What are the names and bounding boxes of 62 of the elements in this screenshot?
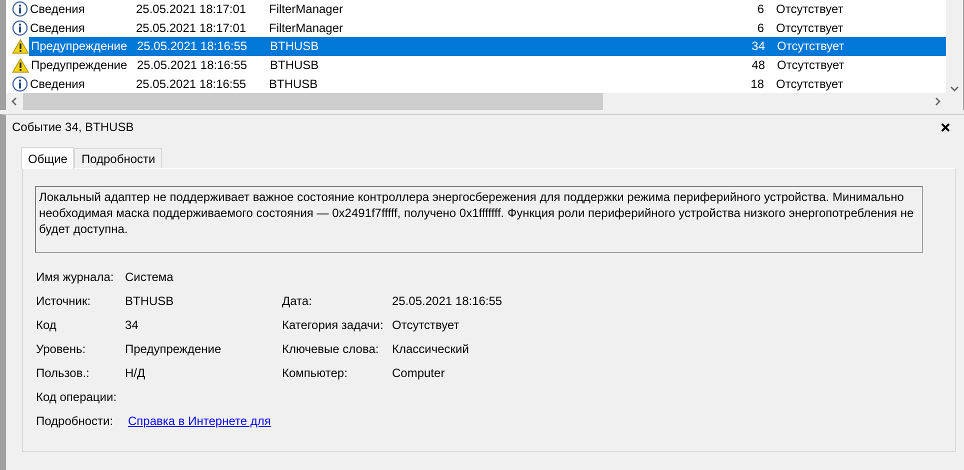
code-cell-text: 6 [756, 20, 764, 37]
scrollbar-thumb[interactable] [23, 92, 603, 110]
category-cell-text: Отсутствует [775, 76, 844, 93]
date-cell-text: 25.05.2021 18:16:55 [137, 57, 248, 74]
field-value: 34 [125, 318, 138, 332]
field-value: BTHUSB [125, 294, 174, 308]
code-cell-text: 34 [750, 38, 765, 56]
field-value: Computer [392, 366, 445, 380]
level-cell-text: Сведения [29, 76, 86, 93]
category-cell-text: Отсутствует [776, 38, 844, 56]
event-row[interactable]: Сведения 25.05.2021 18:16:55 BTHUSB 18 Отсутствует [6, 74, 946, 93]
field-value: Предупреждение [125, 342, 222, 356]
horizontal-scrollbar[interactable] [6, 92, 963, 110]
info-icon [12, 20, 28, 36]
date-cell-text: 25.05.2021 18:17:01 [136, 20, 248, 37]
message-box: Локальный адаптер не поддерживает важное состояние контроллера энергосбережения для поддержки режима периферийного устройства. Минимально необходимая маска поддерживаемого состояния — 0x2491f7fffff, получено 0x1fffffff. Функция роли периферийного устройства низкого энергопотребления не будет доступна. [35, 186, 923, 253]
field-label: Пользов.: [36, 365, 90, 382]
code-cell-text: 18 [750, 76, 764, 93]
close-icon[interactable] [941, 122, 950, 132]
source-cell-text: BTHUSB [270, 38, 320, 56]
field-label: Код операции: [36, 389, 118, 406]
code-cell-text: 48 [750, 57, 765, 74]
vertical-scrollbar[interactable] [946, 0, 963, 93]
field-label: Ключевые слова: [282, 342, 379, 356]
source-cell-text: FilterManager [269, 1, 344, 18]
tab[interactable]: Общие [21, 147, 74, 169]
level-cell-text: Сведения [29, 20, 86, 37]
field-value: 25.05.2021 18:16:55 [392, 294, 502, 308]
field-value: Отсутствует [392, 318, 460, 332]
level-cell-text: Предупреждение [30, 38, 128, 56]
field-label: Категория задачи: [282, 318, 384, 332]
field-value: Классический [392, 342, 469, 356]
level-cell-text: Сведения [29, 1, 86, 18]
help-link[interactable]: Справка в Интернете для [128, 414, 271, 428]
field-label: Подробности: [36, 413, 114, 430]
event-row[interactable]: Сведения 25.05.2021 18:17:01 FilterManager 6 Отсутствует [6, 18, 946, 38]
field-label: Источник: [36, 293, 92, 310]
source-cell-text: BTHUSB [270, 57, 320, 74]
source-cell-text: FilterManager [269, 20, 344, 37]
event-title: Событие 34, BTHUSB [12, 119, 135, 136]
code-cell-text: 6 [756, 1, 764, 18]
warning-icon [12, 38, 29, 54]
field-label: Дата: [282, 294, 312, 308]
category-cell-text: Отсутствует [775, 1, 844, 18]
field-value: Н/Д [125, 366, 146, 380]
field-label: Компьютер: [282, 366, 348, 380]
field-label: Код [36, 317, 58, 334]
field-value: Система [125, 270, 174, 284]
warning-icon [12, 58, 29, 73]
source-cell-text: BTHUSB [269, 76, 319, 93]
field-label: Имя журнала: [36, 269, 115, 286]
field-label: Уровень: [36, 341, 87, 358]
level-cell-text: Предупреждение [30, 57, 128, 74]
event-row[interactable]: Предупреждение 25.05.2021 18:16:55 BTHUSB 48 Отсутствует [6, 56, 946, 74]
category-cell-text: Отсутствует [775, 20, 844, 37]
category-cell-text: Отсутствует [776, 57, 844, 74]
date-cell-text: 25.05.2021 18:16:55 [136, 76, 248, 93]
event-row[interactable]: Сведения 25.05.2021 18:17:01 FilterManager 6 Отсутствует [6, 0, 946, 19]
scroll-down-icon[interactable] [950, 86, 959, 92]
date-cell-text: 25.05.2021 18:17:01 [136, 1, 248, 18]
tab[interactable]: Подробности [74, 148, 162, 168]
date-cell-text: 25.05.2021 18:16:55 [137, 38, 248, 56]
